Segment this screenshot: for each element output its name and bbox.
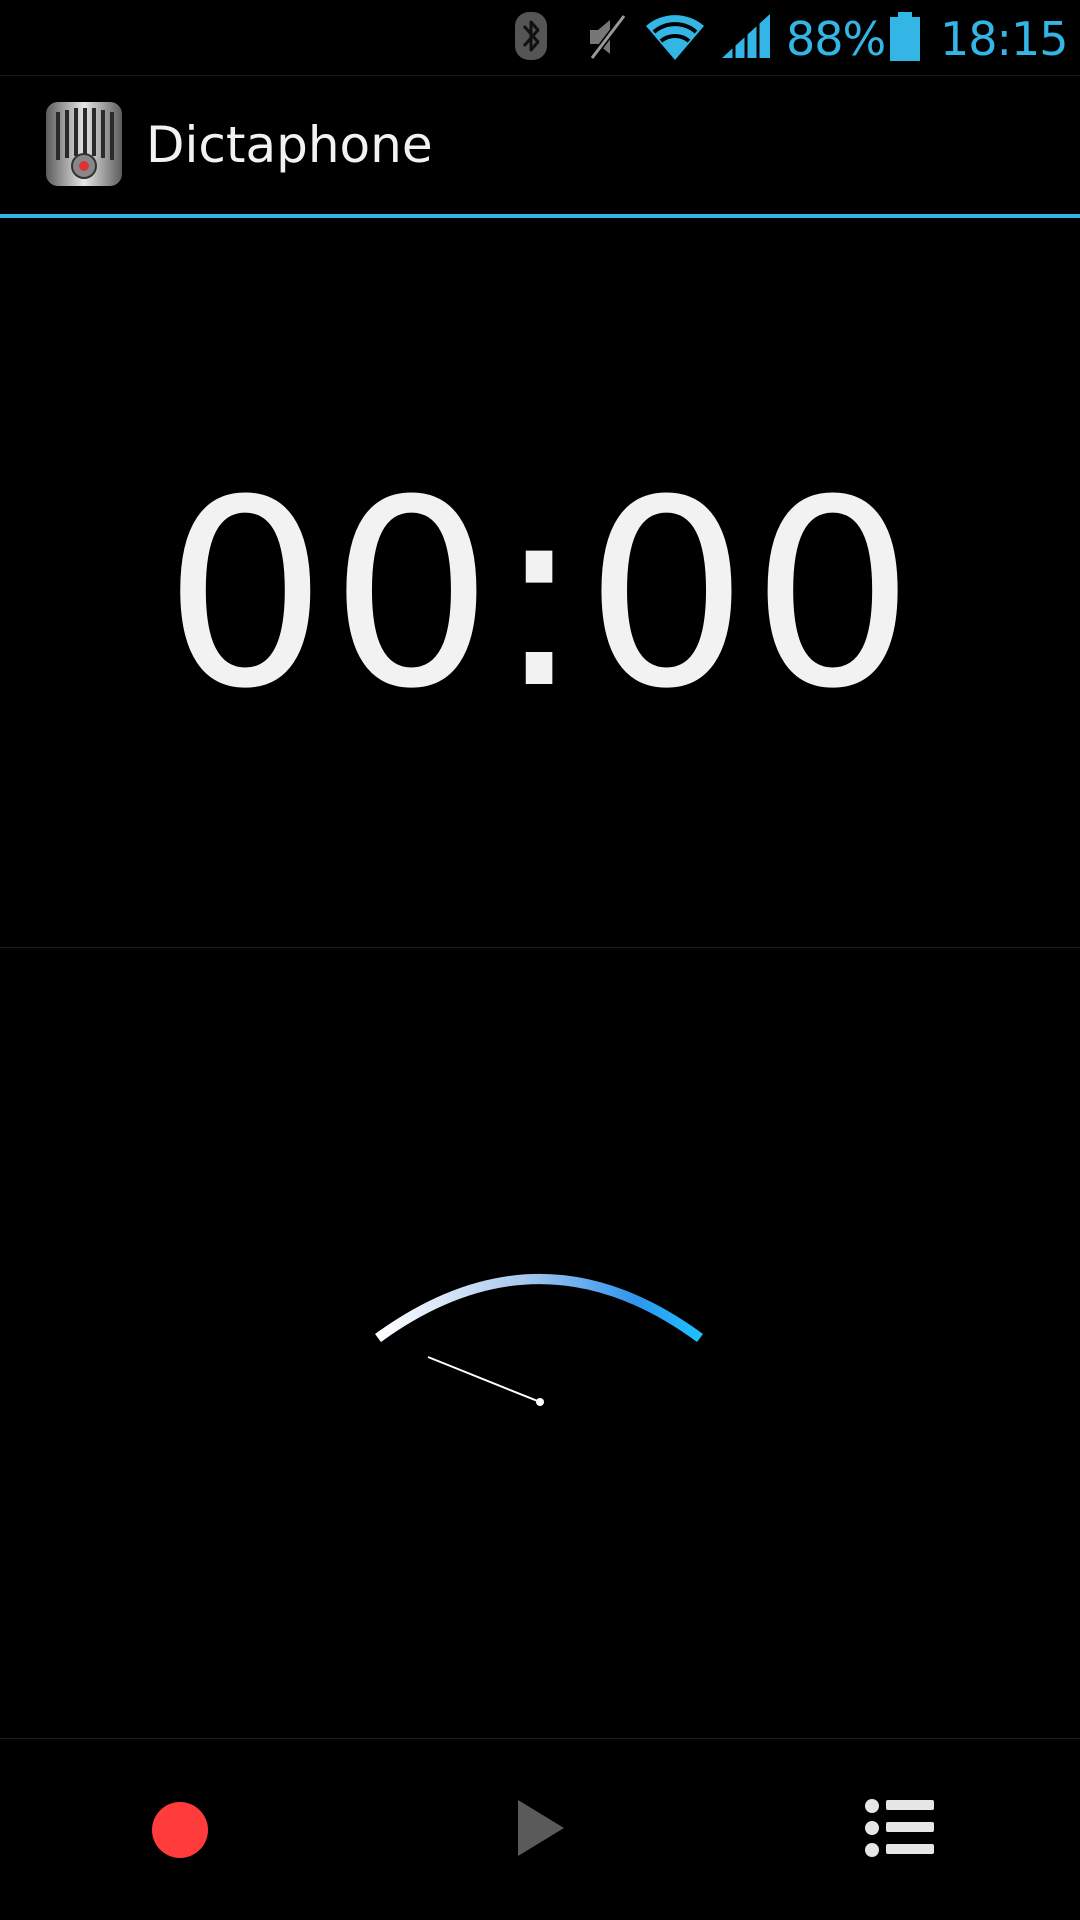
clock: 18:15 — [940, 12, 1069, 66]
microphone-app-icon[interactable] — [44, 100, 124, 188]
mute-icon — [584, 12, 630, 66]
record-button[interactable] — [0, 1739, 360, 1920]
play-icon — [514, 1798, 566, 1862]
status-bar: 88% 18:15 — [0, 0, 1080, 75]
action-bar-underline — [0, 214, 1080, 218]
bluetooth-icon — [513, 10, 549, 66]
record-icon — [152, 1801, 208, 1858]
level-meter-arc — [375, 1274, 703, 1343]
action-bar: Dictaphone — [0, 76, 1080, 214]
divider — [0, 947, 1080, 948]
level-meter-pivot — [536, 1398, 544, 1406]
battery-icon — [888, 12, 922, 66]
bottom-bar — [0, 1739, 1080, 1920]
level-meter-needle — [427, 1356, 541, 1403]
list-icon — [864, 1798, 936, 1862]
signal-icon — [720, 12, 772, 64]
wifi-icon — [644, 10, 706, 66]
battery-percent: 88% — [786, 12, 886, 66]
level-meter — [360, 1240, 720, 1420]
app-title: Dictaphone — [146, 116, 433, 174]
play-button[interactable] — [360, 1739, 720, 1920]
recordings-list-button[interactable] — [720, 1739, 1080, 1920]
recording-timer: 00:00 — [163, 445, 917, 745]
